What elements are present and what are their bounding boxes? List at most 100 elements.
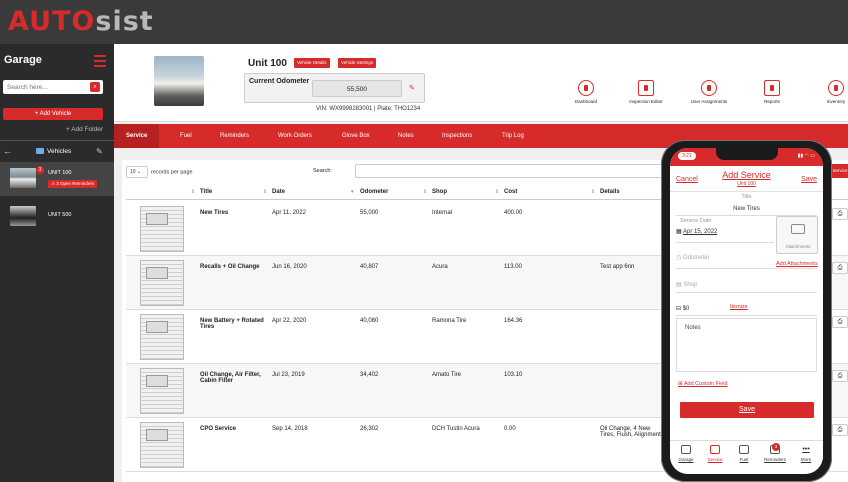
col-date[interactable]: ⇕ Date — [263, 189, 286, 195]
add-service-side-button[interactable]: Service — [832, 164, 848, 178]
notes-textarea[interactable]: Notes — [676, 318, 817, 372]
records-per-page: 10 ⌄ records per page — [126, 166, 193, 178]
table-search-input[interactable] — [355, 164, 675, 178]
row-action-button[interactable]: ⎙ — [832, 424, 848, 436]
receipt-thumbnail[interactable] — [140, 422, 184, 468]
vehicle-photo[interactable] — [154, 56, 204, 106]
tool-label: Inspection Editor — [629, 99, 663, 104]
vehicle-search-input[interactable] — [3, 80, 103, 94]
tab-notes[interactable]: Notes — [398, 124, 414, 148]
folder-vehicles[interactable]: Vehicles — [36, 148, 71, 155]
tool-reports[interactable]: Reports — [748, 80, 796, 104]
tab-reminders[interactable]: Reminders — [220, 124, 249, 148]
cell-title: CPO Service — [200, 426, 237, 432]
tool-dashboard[interactable]: Dashboard — [562, 80, 610, 104]
row-action-button[interactable]: ⎙ — [832, 208, 848, 220]
col-cost-label: Cost — [504, 189, 518, 195]
tool-inventory[interactable]: Inventory — [812, 80, 848, 104]
add-attachments-link[interactable]: Add Attachments — [776, 261, 818, 267]
edit-odometer-icon[interactable]: ✎ — [409, 84, 415, 92]
receipt-thumbnail[interactable] — [140, 206, 184, 252]
folder-label: Vehicles — [47, 148, 72, 155]
row-action-button[interactable]: ⎙ — [832, 316, 848, 328]
tool-label: Reports — [764, 99, 780, 104]
nav-fuel[interactable]: Fuel — [730, 445, 758, 462]
cell-details: Oil Change, 4 New Tires, Flush, Alignmen… — [600, 426, 661, 438]
tool-inspection-editor[interactable]: Inspection Editor — [622, 80, 670, 104]
tool-user-assignments[interactable]: User Assignments — [685, 80, 733, 104]
edit-pencil-icon[interactable]: ✎ — [96, 147, 103, 156]
cost-field[interactable]: ⊟ $0 — [676, 305, 689, 312]
title-field-input[interactable]: New Tires — [670, 206, 823, 212]
nav-service[interactable]: Service — [701, 445, 729, 462]
save-link-button[interactable]: Save — [801, 176, 817, 183]
service-date-input[interactable]: ▦ Apr 15, 2022 — [676, 228, 717, 235]
phone-bottom-nav: Garage Service Fuel Reminders 3 ••• More — [670, 440, 823, 474]
reports-icon — [764, 80, 780, 96]
row-action-button[interactable]: ⎙ — [832, 370, 848, 382]
cell-date: Jul 23, 2019 — [272, 372, 305, 378]
tab-service[interactable]: Service — [114, 124, 160, 148]
attachments-button[interactable]: Attachments — [776, 216, 818, 254]
table-search-label: Search: — [313, 168, 332, 174]
autosist-logo[interactable]: AUTOsist — [8, 6, 154, 38]
receipt-thumbnail[interactable] — [140, 314, 184, 360]
nav-label: Fuel — [739, 457, 749, 462]
sidebar-divider — [0, 140, 114, 141]
sidebar-vehicle-unit-500[interactable]: UNIT 500 — [0, 200, 114, 234]
tab-glove-box[interactable]: Glove Box — [342, 124, 370, 148]
tab-inspections[interactable]: Inspections — [442, 124, 472, 148]
inspection-icon — [638, 80, 654, 96]
odometer-input[interactable]: 55,500 — [312, 80, 402, 97]
vehicle-name: UNIT 100 — [48, 170, 72, 176]
receipt-thumbnail[interactable] — [140, 260, 184, 306]
col-odometer[interactable]: ▾ Odometer — [351, 189, 388, 195]
tab-trip-log[interactable]: Trip Log — [502, 124, 524, 148]
receipt-thumbnail[interactable] — [140, 368, 184, 414]
col-shop[interactable]: ⇕ Shop — [423, 189, 447, 195]
row-action-button[interactable]: ⎙ — [832, 262, 848, 274]
cell-odometer: 40,080 — [360, 318, 379, 324]
col-cost[interactable]: ⇕ Cost — [495, 189, 518, 195]
tool-label: User Assignments — [690, 99, 728, 104]
tab-fuel[interactable]: Fuel — [180, 124, 192, 148]
nav-garage[interactable]: Garage — [672, 445, 700, 462]
tab-work-orders[interactable]: Work Orders — [278, 124, 312, 148]
save-button[interactable]: Save — [680, 402, 814, 418]
col-date-label: Date — [272, 189, 286, 195]
odometer-field[interactable]: ◷ Odometer — [676, 254, 710, 261]
cell-shop: Ramona Tire — [432, 318, 467, 324]
vehicle-details-button[interactable]: Vehicle Details — [294, 58, 330, 68]
status-time: 3:21 — [678, 152, 696, 160]
sort-icon: ⇕ — [263, 189, 268, 195]
col-details[interactable]: ⇕ Details — [591, 189, 620, 195]
vehicle-settings-button[interactable]: Vehicle Settings — [338, 58, 377, 68]
shop-field[interactable]: ▤ Shop — [676, 281, 697, 288]
field-divider — [676, 268, 817, 269]
field-divider — [676, 292, 817, 293]
users-icon — [701, 80, 717, 96]
cell-shop: Acura — [432, 264, 448, 270]
tool-label: Dashboard — [574, 99, 597, 104]
open-reminders-badge[interactable]: ⚠ 3 Open Reminders — [48, 180, 98, 188]
cell-title: Recalls + Oil Change — [200, 264, 260, 270]
cell-shop: Internal — [432, 210, 453, 216]
col-title[interactable]: ⇕ Title — [191, 189, 212, 195]
cell-shop: Amato Tire — [432, 372, 462, 378]
itemize-link[interactable]: Itemize — [730, 304, 748, 310]
cell-title: New Tires — [200, 210, 229, 216]
phone-notch — [716, 148, 778, 160]
fuel-icon — [739, 445, 749, 454]
sort-desc-icon: ▾ — [351, 189, 354, 195]
add-folder-button[interactable]: + Add Folder — [66, 126, 103, 133]
back-arrow-icon[interactable]: ← — [3, 146, 12, 156]
cell-odometer: 55,000 — [360, 210, 379, 216]
add-vehicle-button[interactable]: + Add Vehicle — [3, 108, 103, 120]
odometer-box: Current Odometer 55,500 ✎ — [244, 73, 425, 103]
records-per-page-select[interactable]: 10 ⌄ — [126, 166, 148, 178]
sidebar-vehicle-unit-100[interactable]: 3 UNIT 100 ⚠ 3 Open Reminders — [0, 162, 114, 196]
nav-more[interactable]: ••• More — [792, 445, 820, 462]
add-custom-field-link[interactable]: ⊞ Add Custom Field — [678, 381, 728, 387]
collapse-menu-icon[interactable] — [94, 55, 108, 67]
search-icon[interactable]: ⌕ — [90, 82, 100, 92]
